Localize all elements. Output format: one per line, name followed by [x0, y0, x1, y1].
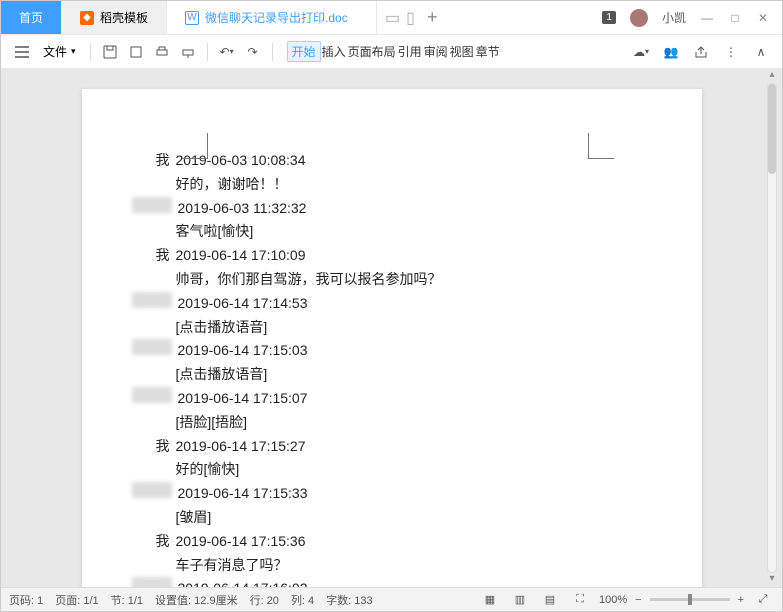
chat-header: 我2019-06-03 10:08:34: [132, 149, 642, 173]
ribbon-tab-0[interactable]: 开始: [287, 41, 321, 62]
view-mode-outline-icon[interactable]: ▤: [539, 589, 561, 611]
maximize-button[interactable]: □: [728, 11, 742, 25]
ribbon-tab-1[interactable]: 插入: [321, 41, 347, 62]
zoom-slider[interactable]: [650, 598, 730, 601]
share-icon[interactable]: [690, 41, 712, 63]
username: 小凯: [662, 9, 686, 26]
chat-message: 好的[愉快]: [176, 458, 642, 482]
cloud-sync-icon[interactable]: ☁▾: [630, 41, 652, 63]
device-desktop-icon[interactable]: ▭: [385, 8, 400, 28]
ribbon-tab-5[interactable]: 视图: [449, 41, 475, 62]
add-tab-button[interactable]: +: [415, 1, 450, 34]
chat-header: 2019-06-14 17:15:03: [132, 339, 642, 363]
chat-timestamp: 2019-06-03 11:32:32: [178, 197, 307, 221]
scroll-down-icon[interactable]: ▾: [769, 573, 774, 587]
margin-corner-icon: [182, 133, 208, 159]
scroll-up-icon[interactable]: ▴: [769, 69, 774, 83]
notification-badge[interactable]: 1: [602, 11, 616, 24]
chat-message: 好的，谢谢哈！！: [176, 173, 642, 197]
file-menu[interactable]: 文件 ▾: [37, 41, 82, 62]
chat-timestamp: 2019-06-14 17:15:07: [178, 387, 308, 411]
undo-icon[interactable]: ↶ ▾: [216, 41, 238, 63]
word-doc-icon: W: [185, 11, 199, 25]
sender-redacted: [132, 197, 172, 213]
chat-header: 我2019-06-14 17:15:27: [132, 435, 642, 459]
chat-timestamp: 2019-06-14 17:15:27: [176, 435, 306, 459]
collapse-ribbon-icon[interactable]: ∧: [750, 41, 772, 63]
chat-header: 我2019-06-14 17:10:09: [132, 244, 642, 268]
ribbon-tab-2[interactable]: 页面布局: [347, 41, 397, 62]
zoom-out-icon[interactable]: −: [635, 594, 641, 606]
chat-header: 2019-06-14 17:15:33: [132, 482, 642, 506]
chat-message: [捂脸][捂脸]: [176, 411, 642, 435]
chevron-down-icon: ▾: [71, 46, 76, 57]
chat-header: 2019-06-14 17:15:07: [132, 387, 642, 411]
status-col: 列: 4: [291, 592, 314, 608]
chat-timestamp: 2019-06-14 17:15:03: [178, 339, 308, 363]
collaborate-icon[interactable]: 👥: [660, 41, 682, 63]
status-chars: 字数: 133: [326, 592, 372, 608]
status-page-no: 页码: 1: [9, 592, 43, 608]
chat-timestamp: 2019-06-14 17:14:53: [178, 292, 308, 316]
sender-label: 我: [132, 149, 170, 173]
ribbon-tab-3[interactable]: 引用: [397, 41, 423, 62]
save-icon[interactable]: [99, 41, 121, 63]
tab-home[interactable]: 首页: [1, 1, 62, 34]
chat-timestamp: 2019-06-14 17:15:33: [178, 482, 308, 506]
minimize-button[interactable]: —: [700, 11, 714, 25]
chat-message: [点击播放语音]: [176, 316, 642, 340]
sender-label: 我: [132, 530, 170, 554]
chat-message: 车子有消息了吗？: [176, 554, 642, 578]
fit-page-icon[interactable]: ⛶: [569, 589, 591, 611]
chat-timestamp: 2019-06-14 17:15:36: [176, 530, 306, 554]
chat-header: 2019-06-03 11:32:32: [132, 197, 642, 221]
sender-redacted: [132, 339, 172, 355]
print-preview-icon[interactable]: [125, 41, 147, 63]
chat-message: 客气啦[愉快]: [176, 220, 642, 244]
status-section: 节: 1/1: [111, 592, 143, 608]
redo-icon[interactable]: ↷: [242, 41, 264, 63]
ribbon-tab-6[interactable]: 章节: [475, 41, 501, 62]
print-icon[interactable]: [151, 41, 173, 63]
view-mode-web-icon[interactable]: ▥: [509, 589, 531, 611]
device-mobile-icon[interactable]: ▯: [406, 8, 415, 28]
tab-document[interactable]: W 微信聊天记录导出打印.doc: [167, 1, 377, 34]
margin-corner-icon: [588, 133, 614, 159]
tab-docer[interactable]: ◆ 稻壳模板: [62, 1, 167, 34]
print-direct-icon[interactable]: [177, 41, 199, 63]
chat-message: [点击播放语音]: [176, 363, 642, 387]
sender-redacted: [132, 482, 172, 498]
document-page: 我2019-06-03 10:08:34好的，谢谢哈！！2019-06-03 1…: [82, 89, 702, 587]
status-line: 行: 20: [250, 592, 279, 608]
chat-header: 2019-06-14 17:14:53: [132, 292, 642, 316]
zoom-level[interactable]: 100%: [599, 594, 627, 606]
status-page: 页面: 1/1: [55, 592, 98, 608]
sender-label: 我: [132, 244, 170, 268]
docer-icon: ◆: [80, 11, 94, 25]
view-mode-pages-icon[interactable]: ▦: [479, 589, 501, 611]
avatar[interactable]: [630, 9, 648, 27]
hamburger-menu-icon[interactable]: [11, 41, 33, 63]
sender-redacted: [132, 577, 172, 587]
sender-label: 我: [132, 435, 170, 459]
sender-redacted: [132, 387, 172, 403]
chat-timestamp: 2019-06-14 17:10:09: [176, 244, 306, 268]
ribbon-tab-4[interactable]: 审阅: [423, 41, 449, 62]
chat-header: 我2019-06-14 17:15:36: [132, 530, 642, 554]
chat-message: 帅哥，你们那自驾游，我可以报名参加吗？: [176, 268, 642, 292]
zoom-in-icon[interactable]: +: [738, 594, 744, 606]
sender-redacted: [132, 292, 172, 308]
chat-message: [皱眉]: [176, 506, 642, 530]
chat-header: 2019-06-14 17:16:02: [132, 577, 642, 587]
fullscreen-icon[interactable]: ⤢: [752, 589, 774, 611]
chat-timestamp: 2019-06-14 17:16:02: [178, 577, 308, 587]
vertical-scrollbar[interactable]: ▴ ▾: [765, 69, 779, 587]
more-menu-icon[interactable]: ⋮: [720, 41, 742, 63]
status-position: 设置值: 12.9厘米: [155, 592, 238, 608]
close-button[interactable]: ✕: [756, 11, 770, 25]
scroll-thumb[interactable]: [768, 84, 776, 174]
